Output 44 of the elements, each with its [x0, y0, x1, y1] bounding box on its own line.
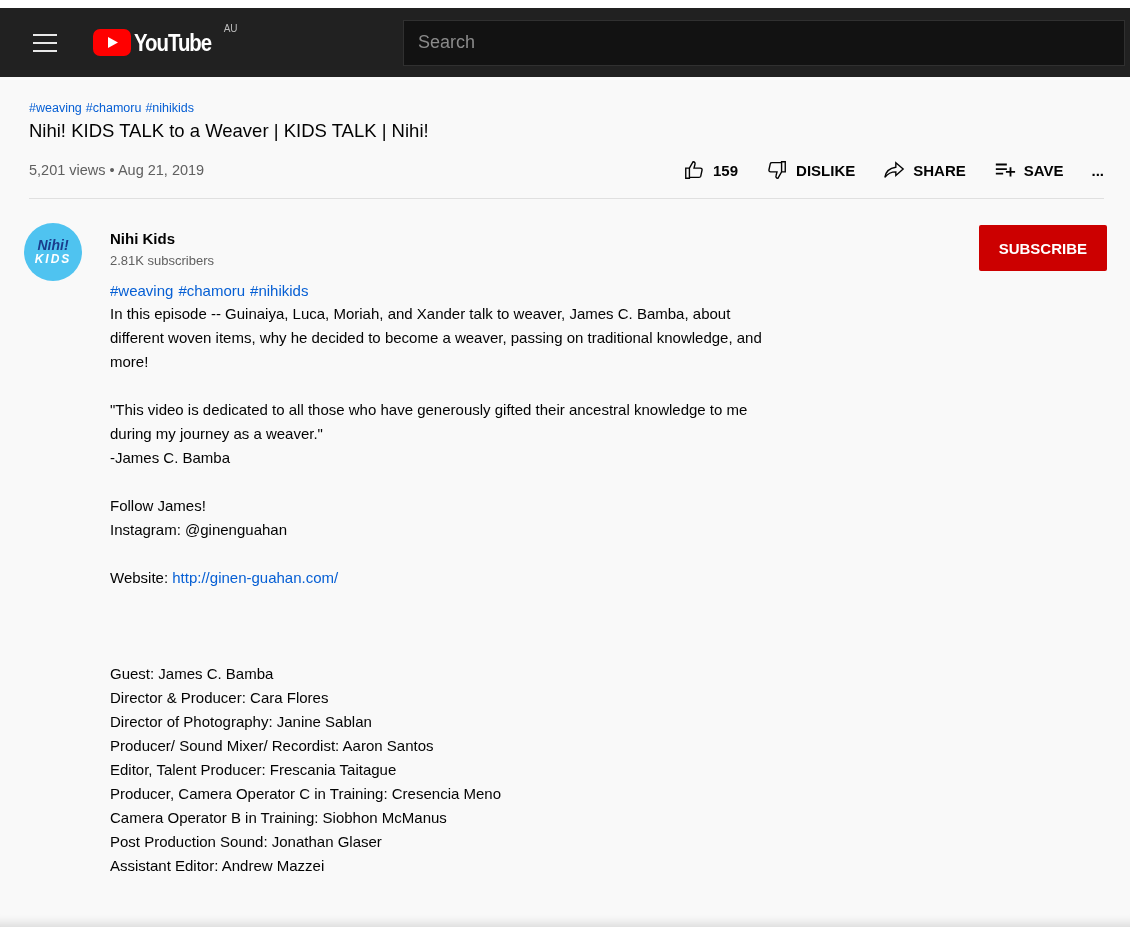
description-line: "This video is dedicated to all those who have generously gifted their ancestral knowledge to me [110, 400, 749, 420]
hashtag-link[interactable]: #nihikids [250, 281, 309, 299]
hashtag-link[interactable]: #weaving [29, 101, 82, 115]
description-line: Instagram: @ginenguahan [110, 520, 288, 540]
description-line: more! [110, 352, 150, 372]
description-line: Follow James! [110, 496, 207, 516]
dislike-button[interactable]: DISLIKE [766, 159, 856, 181]
share-arrow-icon [883, 159, 906, 181]
play-logo-icon [93, 28, 131, 56]
description-line: Producer/ Sound Mixer/ Recordist: Aaron Santos [110, 736, 435, 756]
description-line: Guest: James C. Bamba [110, 664, 275, 684]
share-button[interactable]: SHARE [883, 159, 966, 181]
more-button[interactable]: ... [1091, 161, 1104, 179]
description-line: Post Production Sound: Jonathan Glaser [110, 832, 383, 852]
website-link[interactable]: http://ginen-guahan.com/ [172, 569, 339, 586]
hashtag-link[interactable]: #weaving [110, 281, 174, 299]
description-line: Website: http://ginen-guahan.com/ [110, 568, 340, 588]
description-line: Assistant Editor: Andrew Mazzei [110, 856, 326, 876]
like-button[interactable]: 159 [683, 159, 739, 181]
menu-icon[interactable] [33, 33, 57, 52]
description-line: -James C. Bamba [110, 448, 232, 468]
region-label: AU [223, 22, 238, 34]
thumbs-down-icon [766, 159, 789, 181]
thumbs-up-icon [683, 159, 705, 181]
description-line: Director of Photography: Janine Sablan [110, 712, 373, 732]
description-line: Camera Operator B in Training: Siobhon McManus [110, 808, 448, 828]
channel-name[interactable]: Nihi Kids [110, 230, 215, 247]
description-line: Editor, Talent Producer: Frescania Taitague [110, 760, 398, 780]
hashtag-link[interactable]: #chamoru [178, 281, 246, 299]
description-line: different woven items, why he decided to become a weaver, passing on traditional knowledge, and [110, 328, 763, 348]
subscribe-button[interactable]: SUBSCRIBE [978, 225, 1107, 271]
search-field[interactable]: Search [403, 19, 1125, 66]
subscriber-count: 2.81K subscribers [110, 253, 215, 268]
description-line: during my journey as a weaver." [110, 424, 324, 444]
video-title: Nihi! KIDS TALK to a Weaver | KIDS TALK | Nihi! [29, 120, 430, 142]
view-count-date: 5,201 views • Aug 21, 2019 [29, 162, 205, 178]
description-line: In this episode -- Guinaiya, Luca, Moriah, and Xander talk to weaver, James C. Bamba, about [110, 304, 732, 324]
description-line: Producer, Camera Operator C in Training: Cresencia Meno [110, 784, 502, 804]
hashtag-link[interactable]: #chamoru [85, 101, 142, 115]
logo-wordmark[interactable]: YouTube [134, 28, 212, 57]
save-button[interactable]: SAVE [993, 159, 1064, 181]
channel-avatar[interactable]: Nihi! KIDS [24, 223, 82, 281]
hashtag-link[interactable]: #nihikids [145, 101, 195, 115]
description-line: Director & Producer: Cara Flores [110, 688, 330, 708]
